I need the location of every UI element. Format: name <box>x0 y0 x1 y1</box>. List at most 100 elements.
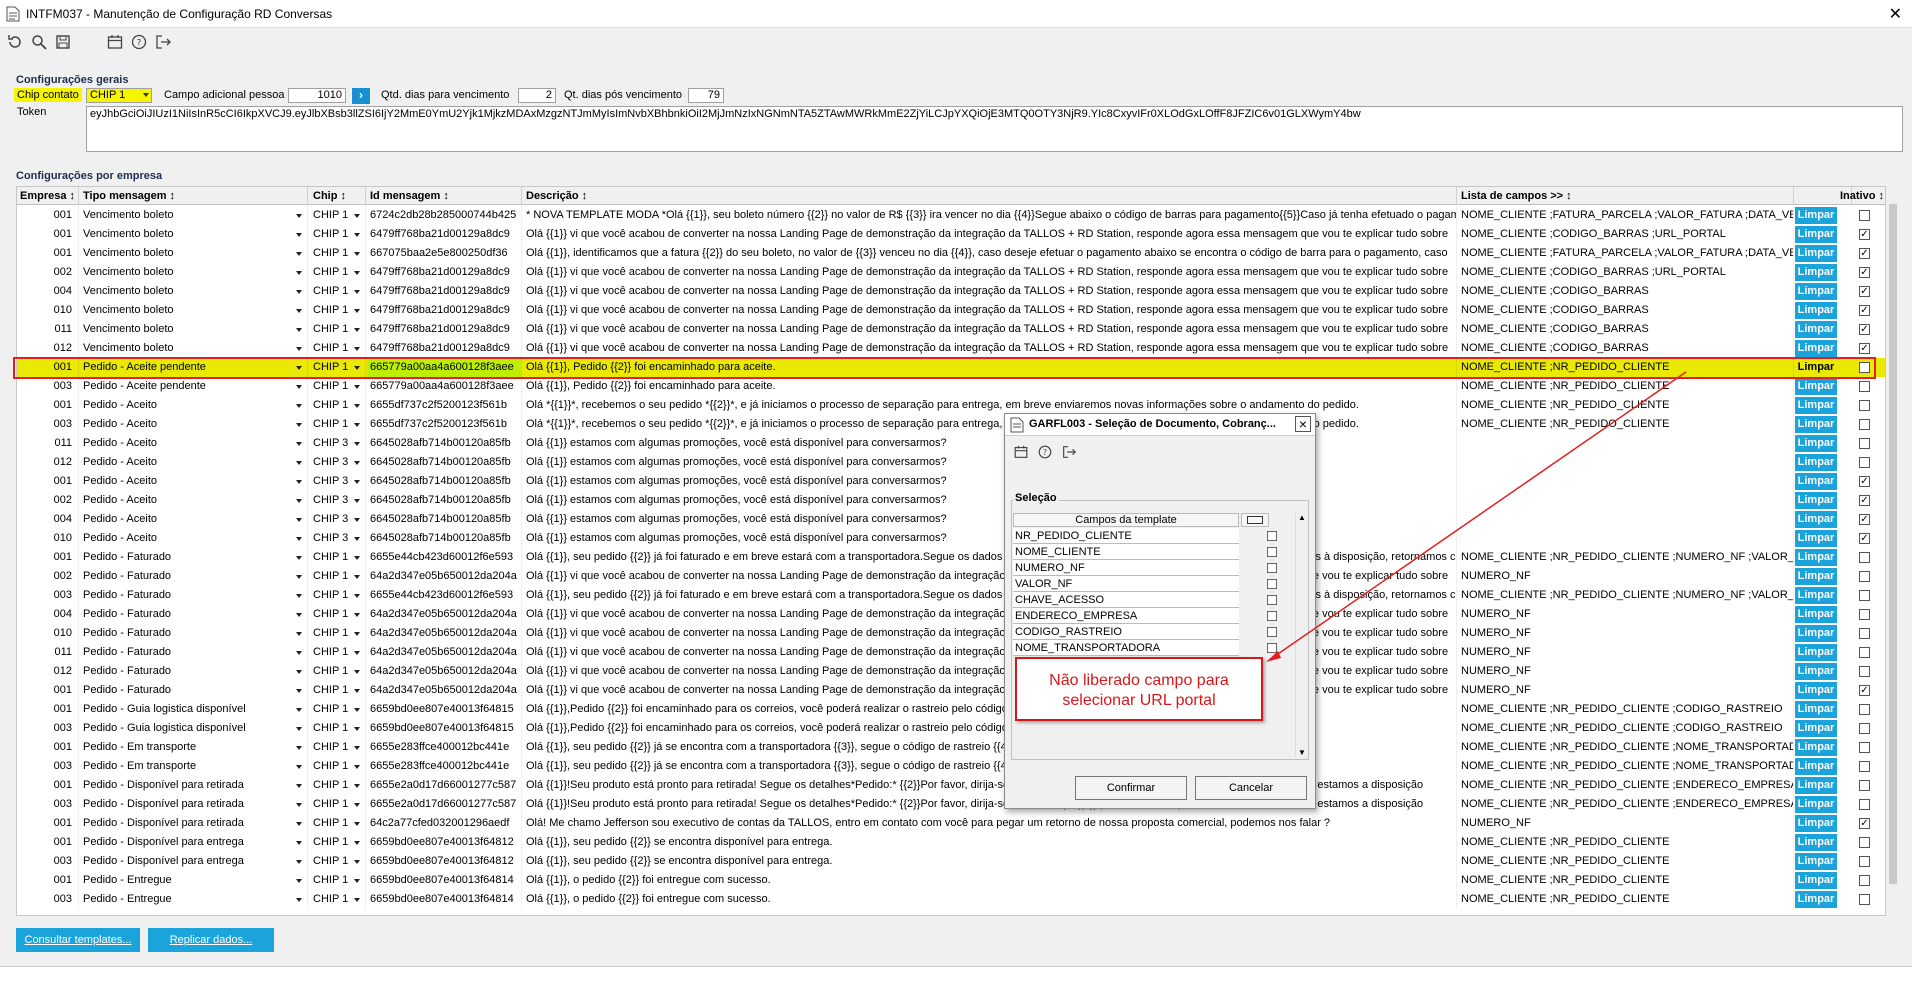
chevron-down-icon[interactable] <box>296 727 302 731</box>
close-icon[interactable]: × <box>1295 416 1311 432</box>
table-row[interactable]: 001 Pedido - Aceito CHIP 1 6655df737c2f5200… <box>17 396 1885 415</box>
limpar-button[interactable]: Limpar <box>1795 207 1837 224</box>
cell-chip[interactable]: CHIP 1 <box>310 624 366 643</box>
chevron-down-icon[interactable] <box>296 252 302 256</box>
cell-id-mensagem[interactable]: 64a2d347e05b650012da204a <box>367 605 522 624</box>
table-row[interactable]: 004 Pedido - Aceito CHIP 3 6645028afb714b00… <box>17 510 1885 529</box>
table-row[interactable]: 001 Pedido - Aceito CHIP 3 6645028afb714b00… <box>17 472 1885 491</box>
cell-empresa[interactable]: 012 <box>17 453 79 472</box>
cell-empresa[interactable]: 001 <box>17 225 79 244</box>
cell-descricao[interactable]: Olá {{1}} vi que você acabou de converte… <box>523 320 1457 339</box>
cell-tipo[interactable]: Vencimento boleto <box>80 301 308 320</box>
chevron-down-icon[interactable] <box>354 423 360 427</box>
cell-tipo[interactable]: Pedido - Faturado <box>80 624 308 643</box>
cell-id-mensagem[interactable]: 64a2d347e05b650012da204a <box>367 624 522 643</box>
chevron-down-icon[interactable] <box>296 841 302 845</box>
chevron-down-icon[interactable] <box>296 556 302 560</box>
cell-tipo[interactable]: Pedido - Em transporte <box>80 738 308 757</box>
cell-id-mensagem[interactable]: 6659bd0ee807e40013f64812 <box>367 833 522 852</box>
cell-lista-campos[interactable]: NOME_CLIENTE ;CODIGO_BARRAS ;URL_PORTAL <box>1458 263 1794 282</box>
cell-empresa[interactable]: 001 <box>17 738 79 757</box>
scrollbar-thumb[interactable] <box>1889 204 1897 884</box>
chevron-down-icon[interactable] <box>296 689 302 693</box>
campo-checkbox[interactable] <box>1267 531 1277 541</box>
cell-id-mensagem[interactable]: 6655df737c2f5200123f561b <box>367 415 522 434</box>
limpar-button[interactable]: Limpar <box>1795 378 1837 395</box>
limpar-button[interactable]: Limpar <box>1795 473 1837 490</box>
cell-chip[interactable]: CHIP 1 <box>310 700 366 719</box>
cell-chip[interactable]: CHIP 1 <box>310 586 366 605</box>
cell-empresa[interactable]: 003 <box>17 757 79 776</box>
chevron-down-icon[interactable] <box>296 290 302 294</box>
chevron-down-icon[interactable] <box>296 499 302 503</box>
cell-lista-campos[interactable] <box>1458 472 1794 491</box>
col-tipo[interactable]: Tipo mensagem ↕ <box>80 187 308 205</box>
cell-empresa[interactable]: 012 <box>17 339 79 358</box>
cell-lista-campos[interactable] <box>1458 453 1794 472</box>
cell-lista-campos[interactable]: NOME_CLIENTE ;FATURA_PARCELA ;VALOR_FATU… <box>1458 244 1794 263</box>
cell-tipo[interactable]: Pedido - Aceito <box>80 434 308 453</box>
cell-empresa[interactable]: 002 <box>17 263 79 282</box>
limpar-button[interactable]: Limpar <box>1795 264 1837 281</box>
chevron-down-icon[interactable] <box>354 594 360 598</box>
cell-lista-campos[interactable]: NOME_CLIENTE ;NR_PEDIDO_CLIENTE <box>1458 833 1794 852</box>
chevron-down-icon[interactable] <box>354 632 360 636</box>
inativo-checkbox[interactable] <box>1859 590 1870 601</box>
limpar-button[interactable]: Limpar <box>1795 397 1837 414</box>
calendar-icon[interactable] <box>1013 444 1029 460</box>
limpar-button[interactable]: Limpar <box>1795 435 1837 452</box>
chevron-down-icon[interactable] <box>296 708 302 712</box>
cell-descricao[interactable]: Olá {{1}} vi que você acabou de converte… <box>523 624 1457 643</box>
campo-checkbox[interactable] <box>1267 643 1277 653</box>
cell-id-mensagem[interactable]: 667075baa2e5e800250df36 <box>367 244 522 263</box>
cell-lista-campos[interactable] <box>1458 510 1794 529</box>
chevron-down-icon[interactable] <box>296 423 302 427</box>
chevron-down-icon[interactable] <box>354 366 360 370</box>
campo-checkbox[interactable] <box>1267 627 1277 637</box>
cell-id-mensagem[interactable]: 6655e2a0d17d66001277c587 <box>367 776 522 795</box>
table-row[interactable]: 003 Pedido - Aceite pendente CHIP 1 665779a… <box>17 377 1885 396</box>
cell-descricao[interactable]: Olá {{1}}!Seu produto está pronto para r… <box>523 795 1457 814</box>
inativo-checkbox[interactable] <box>1859 381 1870 392</box>
cell-chip[interactable]: CHIP 1 <box>310 719 366 738</box>
cell-chip[interactable]: CHIP 3 <box>310 510 366 529</box>
cell-descricao[interactable]: Olá {{1}}!Seu produto está pronto para r… <box>523 776 1457 795</box>
limpar-button[interactable]: Limpar <box>1795 587 1837 604</box>
cell-tipo[interactable]: Vencimento boleto <box>80 263 308 282</box>
cell-chip[interactable]: CHIP 1 <box>310 339 366 358</box>
cell-tipo[interactable]: Pedido - Aceite pendente <box>80 358 308 377</box>
cell-empresa[interactable]: 003 <box>17 795 79 814</box>
campo-item[interactable]: NUMERO_NF <box>1013 560 1239 576</box>
chevron-down-icon[interactable] <box>354 385 360 389</box>
chevron-down-icon[interactable] <box>354 537 360 541</box>
chevron-down-icon[interactable] <box>354 480 360 484</box>
cell-lista-campos[interactable] <box>1458 491 1794 510</box>
chevron-down-icon[interactable] <box>296 328 302 332</box>
cell-lista-campos[interactable]: NOME_CLIENTE ;NR_PEDIDO_CLIENTE <box>1458 852 1794 871</box>
chevron-down-icon[interactable] <box>296 746 302 750</box>
table-row[interactable]: 001 Pedido - Faturado CHIP 1 64a2d347e05b65… <box>17 681 1885 700</box>
cell-id-mensagem[interactable]: 6659bd0ee807e40013f64814 <box>367 871 522 890</box>
chevron-down-icon[interactable] <box>354 860 360 864</box>
cell-id-mensagem[interactable]: 6645028afb714b00120a85fb <box>367 529 522 548</box>
cell-chip[interactable]: CHIP 1 <box>310 852 366 871</box>
cell-descricao[interactable]: Olá {{1}} estamos com algumas promoções,… <box>523 491 1457 510</box>
table-row[interactable]: 004 Pedido - Faturado CHIP 1 64a2d347e05b65… <box>17 605 1885 624</box>
cell-chip[interactable]: CHIP 1 <box>310 776 366 795</box>
chip-contato-select[interactable]: CHIP 1 <box>86 88 152 103</box>
cell-descricao[interactable]: Olá {{1}} vi que você acabou de converte… <box>523 681 1457 700</box>
chevron-down-icon[interactable] <box>354 898 360 902</box>
cell-lista-campos[interactable] <box>1458 529 1794 548</box>
inativo-checkbox[interactable]: ✓ <box>1859 514 1870 525</box>
chevron-down-icon[interactable] <box>354 328 360 332</box>
inativo-checkbox[interactable]: ✓ <box>1859 229 1870 240</box>
cell-id-mensagem[interactable]: 6645028afb714b00120a85fb <box>367 453 522 472</box>
limpar-button[interactable]: Limpar <box>1795 226 1837 243</box>
chevron-down-icon[interactable] <box>354 613 360 617</box>
cell-descricao[interactable]: Olá {{1}},Pedido {{2}} foi encaminhado p… <box>523 700 1457 719</box>
table-row[interactable]: 001 Pedido - Disponível para entrega CHIP … <box>17 833 1885 852</box>
inativo-checkbox[interactable]: ✓ <box>1859 685 1870 696</box>
cell-lista-campos[interactable]: NOME_CLIENTE ;FATURA_PARCELA ;VALOR_FATU… <box>1458 206 1794 225</box>
cell-empresa[interactable]: 010 <box>17 301 79 320</box>
cell-empresa[interactable]: 003 <box>17 719 79 738</box>
